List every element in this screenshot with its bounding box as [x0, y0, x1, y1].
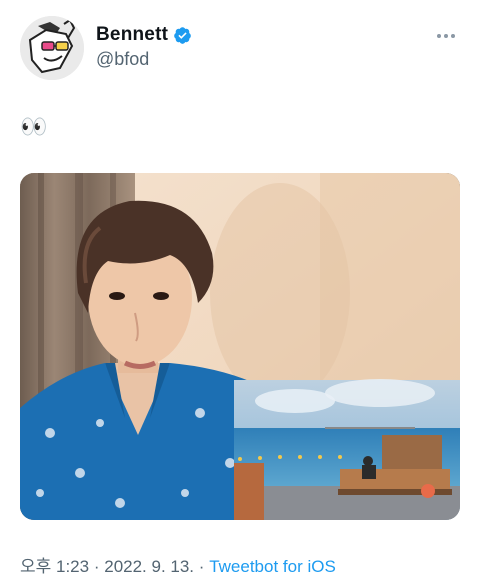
- handle[interactable]: @bfod: [96, 49, 192, 70]
- tweet-source-link[interactable]: Tweetbot for iOS: [209, 557, 336, 576]
- inset-video: [234, 379, 460, 520]
- meta-separator: ·: [93, 557, 100, 576]
- avatar[interactable]: [20, 16, 84, 80]
- tweet-time[interactable]: 오후 1:23: [20, 557, 89, 576]
- more-horizontal-icon[interactable]: [432, 26, 460, 46]
- tweet-header: Bennett @bfod: [20, 14, 460, 82]
- photo-content: [20, 173, 460, 520]
- verified-badge-icon: [173, 26, 192, 45]
- tweet-date[interactable]: 2022. 9. 13.: [104, 557, 194, 576]
- meta-separator-2: ·: [198, 557, 205, 576]
- tweet-photo[interactable]: [20, 173, 460, 520]
- tweet-meta: 오후 1:23 · 2022. 9. 13. · Tweetbot for iO…: [20, 552, 336, 577]
- author-names: Bennett @bfod: [96, 24, 192, 70]
- avatar-illustration: [20, 16, 84, 80]
- display-name[interactable]: Bennett: [96, 24, 168, 46]
- tweet-text: 👀: [20, 114, 48, 139]
